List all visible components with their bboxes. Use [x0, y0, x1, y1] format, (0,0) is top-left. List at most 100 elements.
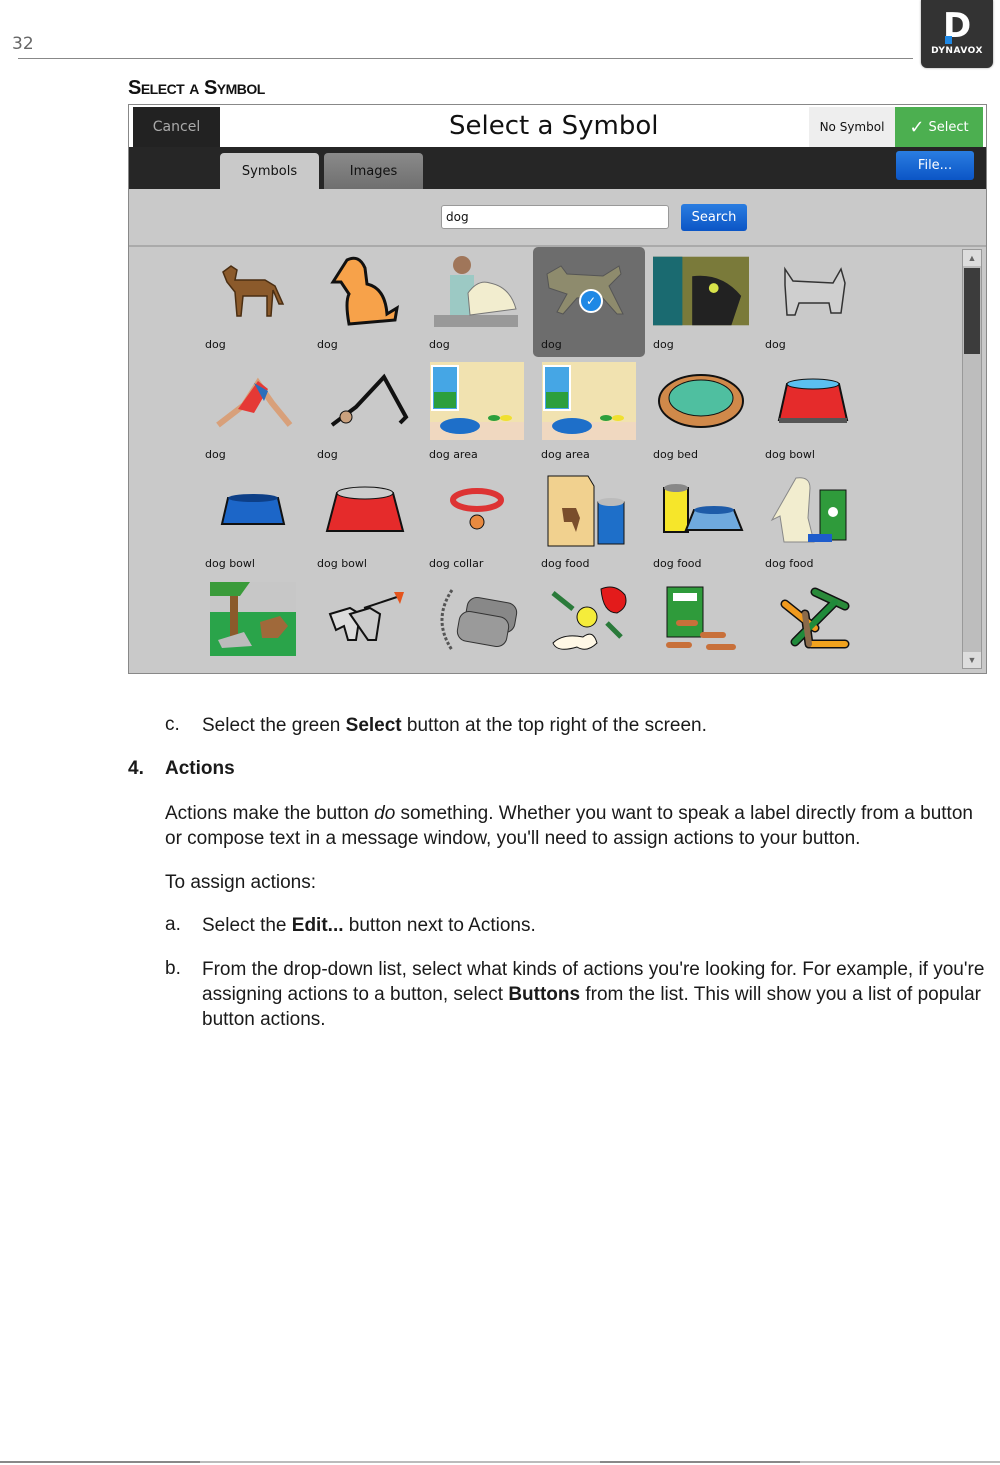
symbol-cell[interactable]: dog — [421, 247, 533, 357]
heading-number: 4. — [128, 758, 144, 779]
symbol-label: dog — [317, 338, 338, 351]
logo-dot — [945, 36, 952, 44]
symbol-cell[interactable]: dog food — [645, 466, 757, 576]
actions-paragraph: Actions make the button do something. Wh… — [165, 801, 995, 851]
symbol-label: dog — [765, 338, 786, 351]
symbol-cell[interactable] — [645, 575, 757, 673]
symbol-label: dog — [653, 338, 674, 351]
symbol-label: dog bowl — [765, 448, 815, 461]
scroll-down-icon[interactable]: ▼ — [963, 652, 981, 668]
search-button[interactable]: Search — [681, 204, 747, 231]
woman-with-dog-icon — [429, 255, 525, 327]
symbol-cell[interactable] — [421, 575, 533, 673]
symbol-cell[interactable]: dog bowl — [309, 466, 421, 576]
can-and-bowl-icon — [653, 474, 749, 546]
symbol-label: dog food — [541, 557, 590, 570]
step-b-text: From the drop-down list, select what kin… — [202, 957, 992, 1032]
symbol-label: dog — [541, 338, 562, 351]
symbol-cell[interactable]: dog area — [533, 357, 645, 467]
select-button[interactable]: ✓ Select — [895, 107, 983, 147]
scrollbar[interactable]: ▲ ▼ — [962, 249, 982, 669]
symbol-label: dog — [205, 338, 226, 351]
selected-check-icon: ✓ — [579, 289, 603, 313]
brown-dog-standing-icon — [205, 255, 301, 327]
yoga-pose-color-icon — [205, 365, 301, 437]
symbol-cell[interactable]: dog bowl — [197, 466, 309, 576]
symbol-label: dog — [429, 338, 450, 351]
cancel-button[interactable]: Cancel — [133, 107, 220, 147]
red-bowl-icon — [317, 474, 413, 546]
step-a-pre: Select the — [202, 915, 292, 936]
dog-area-room-icon — [429, 362, 525, 440]
dog-bed-icon — [653, 365, 749, 437]
scroll-up-icon[interactable]: ▲ — [963, 250, 981, 266]
dialog-title: Select a Symbol — [449, 111, 659, 141]
tab-bar: Symbols Images File... — [129, 147, 986, 189]
symbol-cell[interactable] — [757, 575, 869, 673]
symbol-cell[interactable]: dog food — [757, 466, 869, 576]
page-number: 32 — [12, 34, 34, 54]
search-input[interactable] — [441, 205, 669, 229]
blue-bowl-icon — [205, 474, 301, 546]
step-c-pre: Select the green — [202, 715, 346, 736]
symbol-label: dog food — [653, 557, 702, 570]
header-rule — [18, 58, 913, 59]
search-row: Search — [129, 189, 986, 247]
symbol-cell[interactable]: dog food — [533, 466, 645, 576]
symbol-cell[interactable]: dog collar — [421, 466, 533, 576]
symbol-cell[interactable]: dog area — [421, 357, 533, 467]
red-bowl-water-icon — [765, 365, 861, 437]
section-title: Select a Symbol — [128, 77, 265, 99]
checkmark-icon: ✓ — [909, 116, 925, 138]
logo-text: DYNAVOX — [931, 46, 983, 56]
photo-dog-with-ball-icon — [653, 255, 749, 327]
symbol-cell[interactable]: dog — [309, 247, 421, 357]
scroll-thumb[interactable] — [964, 268, 980, 354]
symbol-cell[interactable] — [309, 575, 421, 673]
yoga-pose-stick-icon — [317, 365, 413, 437]
symbol-cell[interactable]: dog — [197, 247, 309, 357]
orange-dog-sitting-icon — [317, 255, 413, 327]
symbol-label: dog area — [541, 448, 590, 461]
symbol-cell[interactable]: dog — [197, 357, 309, 467]
select-button-label: Select — [928, 119, 969, 135]
symbol-label: dog bowl — [317, 557, 367, 570]
step-a-text: Select the Edit... button next to Action… — [202, 913, 536, 938]
dog-treats-box-icon — [653, 583, 749, 655]
food-bag-can-icon — [541, 474, 637, 547]
symbol-cell[interactable]: dog bowl — [757, 357, 869, 467]
step-c-text: Select the green Select button at the to… — [202, 713, 707, 738]
symbol-cell[interactable]: dog — [645, 247, 757, 357]
step-c-post: button at the top right of the screen. — [401, 715, 707, 736]
symbol-cell[interactable]: dog — [309, 357, 421, 467]
symbol-cell[interactable]: ✓ dog — [533, 247, 645, 357]
step-b-marker: b. — [165, 958, 181, 979]
symbol-label: dog bowl — [205, 557, 255, 570]
dog-toys-icon — [541, 583, 637, 655]
para1-ital: do — [374, 803, 396, 824]
symbol-label: dog bed — [653, 448, 698, 461]
symbol-cell[interactable]: dog — [757, 247, 869, 357]
symbol-grid: dog dog dog ✓ dog dog dog dog dog dog area dog are… — [129, 247, 959, 673]
title-bar: Cancel Select a Symbol No Symbol ✓ Selec… — [129, 105, 986, 147]
dogs-in-yard-icon — [205, 582, 301, 656]
tab-symbols[interactable]: Symbols — [220, 153, 319, 189]
symbol-label: dog — [205, 448, 226, 461]
dynavox-logo: D DYNAVOX — [921, 0, 993, 68]
symbol-label: dog collar — [429, 557, 484, 570]
dogs-on-leash-icon — [317, 583, 413, 655]
file-button[interactable]: File... — [896, 151, 974, 180]
symbol-cell[interactable] — [533, 575, 645, 673]
footer-rule — [0, 1461, 1000, 1463]
dog-tags-icon — [429, 583, 525, 655]
symbol-cell[interactable] — [197, 575, 309, 673]
symbol-label: dog — [317, 448, 338, 461]
dog-area-room-icon — [541, 362, 637, 440]
step-b-bold: Buttons — [508, 984, 581, 1005]
symbol-label: dog area — [429, 448, 478, 461]
no-symbol-button[interactable]: No Symbol — [809, 107, 895, 147]
select-symbol-dialog: Cancel Select a Symbol No Symbol ✓ Selec… — [128, 104, 987, 674]
symbol-cell[interactable]: dog bed — [645, 357, 757, 467]
heading-actions: Actions — [165, 758, 235, 779]
tab-images[interactable]: Images — [324, 153, 423, 189]
